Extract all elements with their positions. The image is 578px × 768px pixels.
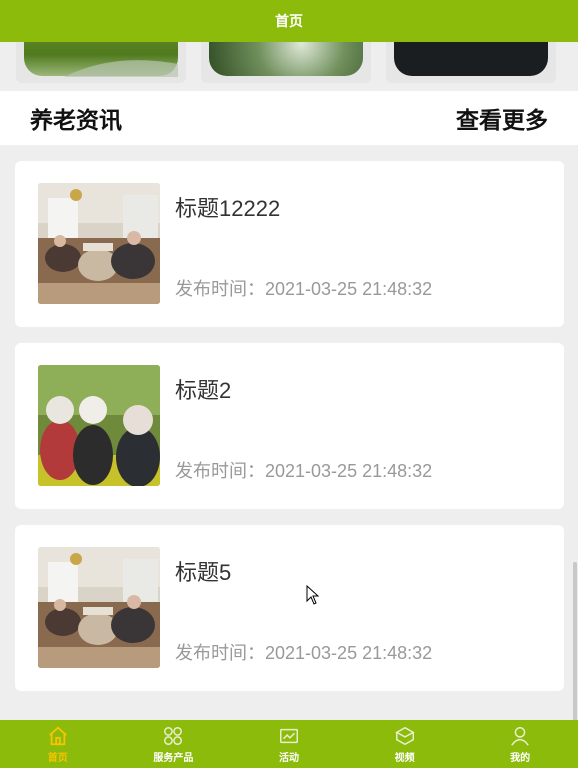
scrollbar-thumb[interactable] [573,562,577,722]
bottom-tab-bar: 首页 服务产品 活动 视频 我的 [0,720,578,768]
section-title: 养老资讯 [30,108,122,134]
activity-icon [280,728,298,744]
banner-image [24,42,178,77]
banner-strip [0,42,578,91]
news-time: 发布时间：2021-03-25 21:48:32 [175,279,433,299]
tab-label: 首页 [47,753,68,764]
user-icon [511,727,530,746]
banner-image [209,42,363,76]
news-title: 标题12222 [175,196,281,221]
news-item[interactable]: 标题2 发布时间：2021-03-25 21:48:32 [15,343,564,509]
banner-image [394,42,548,76]
news-title: 标题2 [175,378,232,403]
tab-video[interactable]: 视频 [347,720,463,768]
grid-icon [164,727,183,745]
tab-mine[interactable]: 我的 [462,720,578,768]
page-header: 首页 [0,0,578,42]
home-icon [48,726,67,746]
tab-label: 服务产品 [153,753,194,764]
tab-activity[interactable]: 活动 [231,720,347,768]
news-list: 标题12222 发布时间：2021-03-25 21:48:32 标题2 发布时… [15,161,564,707]
banner-card-2[interactable] [201,42,371,83]
news-thumbnail [38,365,160,486]
tab-label: 我的 [510,753,531,764]
news-time: 发布时间：2021-03-25 21:48:32 [175,643,433,663]
tab-home[interactable]: 首页 [0,720,116,768]
page-title: 首页 [275,14,303,30]
tab-label: 视频 [394,753,415,764]
mouse-pointer-icon [306,585,320,605]
news-time: 发布时间：2021-03-25 21:48:32 [175,461,433,481]
view-more-link[interactable]: 查看更多 [456,101,548,135]
tab-services[interactable]: 服务产品 [116,720,232,768]
video-icon [394,726,415,746]
banner-card-1[interactable] [16,42,186,83]
news-item[interactable]: 标题12222 发布时间：2021-03-25 21:48:32 [15,161,564,327]
banner-card-3[interactable] [386,42,556,83]
news-thumbnail [38,547,160,668]
news-section-header: 养老资讯 查看更多 [0,91,578,145]
news-title: 标题5 [175,560,232,585]
tab-label: 活动 [278,753,299,764]
news-item[interactable]: 标题5 发布时间：2021-03-25 21:48:32 [15,525,564,691]
news-thumbnail [38,183,160,304]
scrollbar[interactable] [572,42,578,722]
